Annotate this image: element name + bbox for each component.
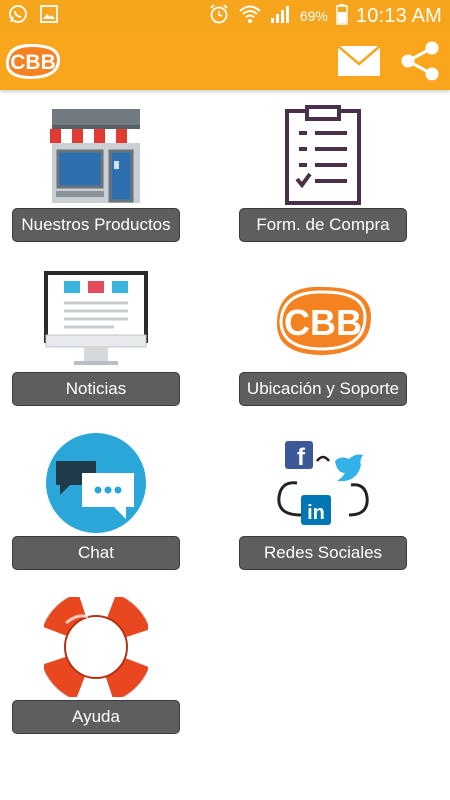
battery-percent: 69% (299, 8, 328, 24)
tile-label: Chat (12, 536, 180, 570)
battery-icon (336, 3, 348, 30)
tile-label: Redes Sociales (239, 536, 407, 570)
cbb-logo-icon: CBB (271, 269, 375, 369)
svg-text:f: f (297, 444, 306, 471)
mail-button[interactable] (336, 43, 382, 79)
tile-label: Form. de Compra (239, 208, 407, 242)
social-networks-icon: f in (271, 433, 375, 533)
lifebuoy-icon (38, 589, 154, 705)
svg-text:in: in (307, 502, 325, 524)
svg-text:CBB: CBB (10, 51, 56, 74)
tile-ubicacion-soporte[interactable]: CBB Ubicación y Soporte (239, 269, 407, 409)
clipboard-checklist-icon (271, 105, 375, 205)
chat-bubbles-icon (44, 433, 148, 533)
mail-icon (337, 45, 381, 76)
tile-noticias[interactable]: Noticias (12, 269, 180, 409)
alarm-icon (208, 3, 230, 30)
app-bar: CBB (0, 32, 450, 90)
tile-label: Nuestros Productos (12, 208, 180, 242)
tile-label: Noticias (12, 372, 180, 406)
tile-chat[interactable]: Chat (12, 433, 180, 573)
svg-text:CBB: CBB (284, 302, 362, 343)
tile-form-compra[interactable]: Form. de Compra (239, 105, 407, 245)
signal-icon (270, 4, 292, 29)
share-button[interactable] (398, 40, 442, 82)
gallery-icon (40, 5, 58, 28)
tile-nuestros-productos[interactable]: Nuestros Productos (12, 105, 180, 245)
tile-label: Ayuda (12, 700, 180, 734)
tile-label: Ubicación y Soporte (239, 372, 407, 406)
tile-redes-sociales[interactable]: f in Redes Sociales (239, 433, 407, 573)
status-bar: 69% 10:13 AM (0, 0, 450, 32)
clock: 10:13 AM (355, 4, 442, 27)
cbb-logo: CBB (2, 38, 64, 84)
whatsapp-icon (8, 4, 28, 29)
wifi-icon (238, 4, 262, 29)
share-icon (401, 41, 439, 81)
tile-ayuda[interactable]: Ayuda (12, 589, 180, 737)
news-monitor-icon (44, 269, 148, 369)
store-icon (44, 105, 148, 205)
